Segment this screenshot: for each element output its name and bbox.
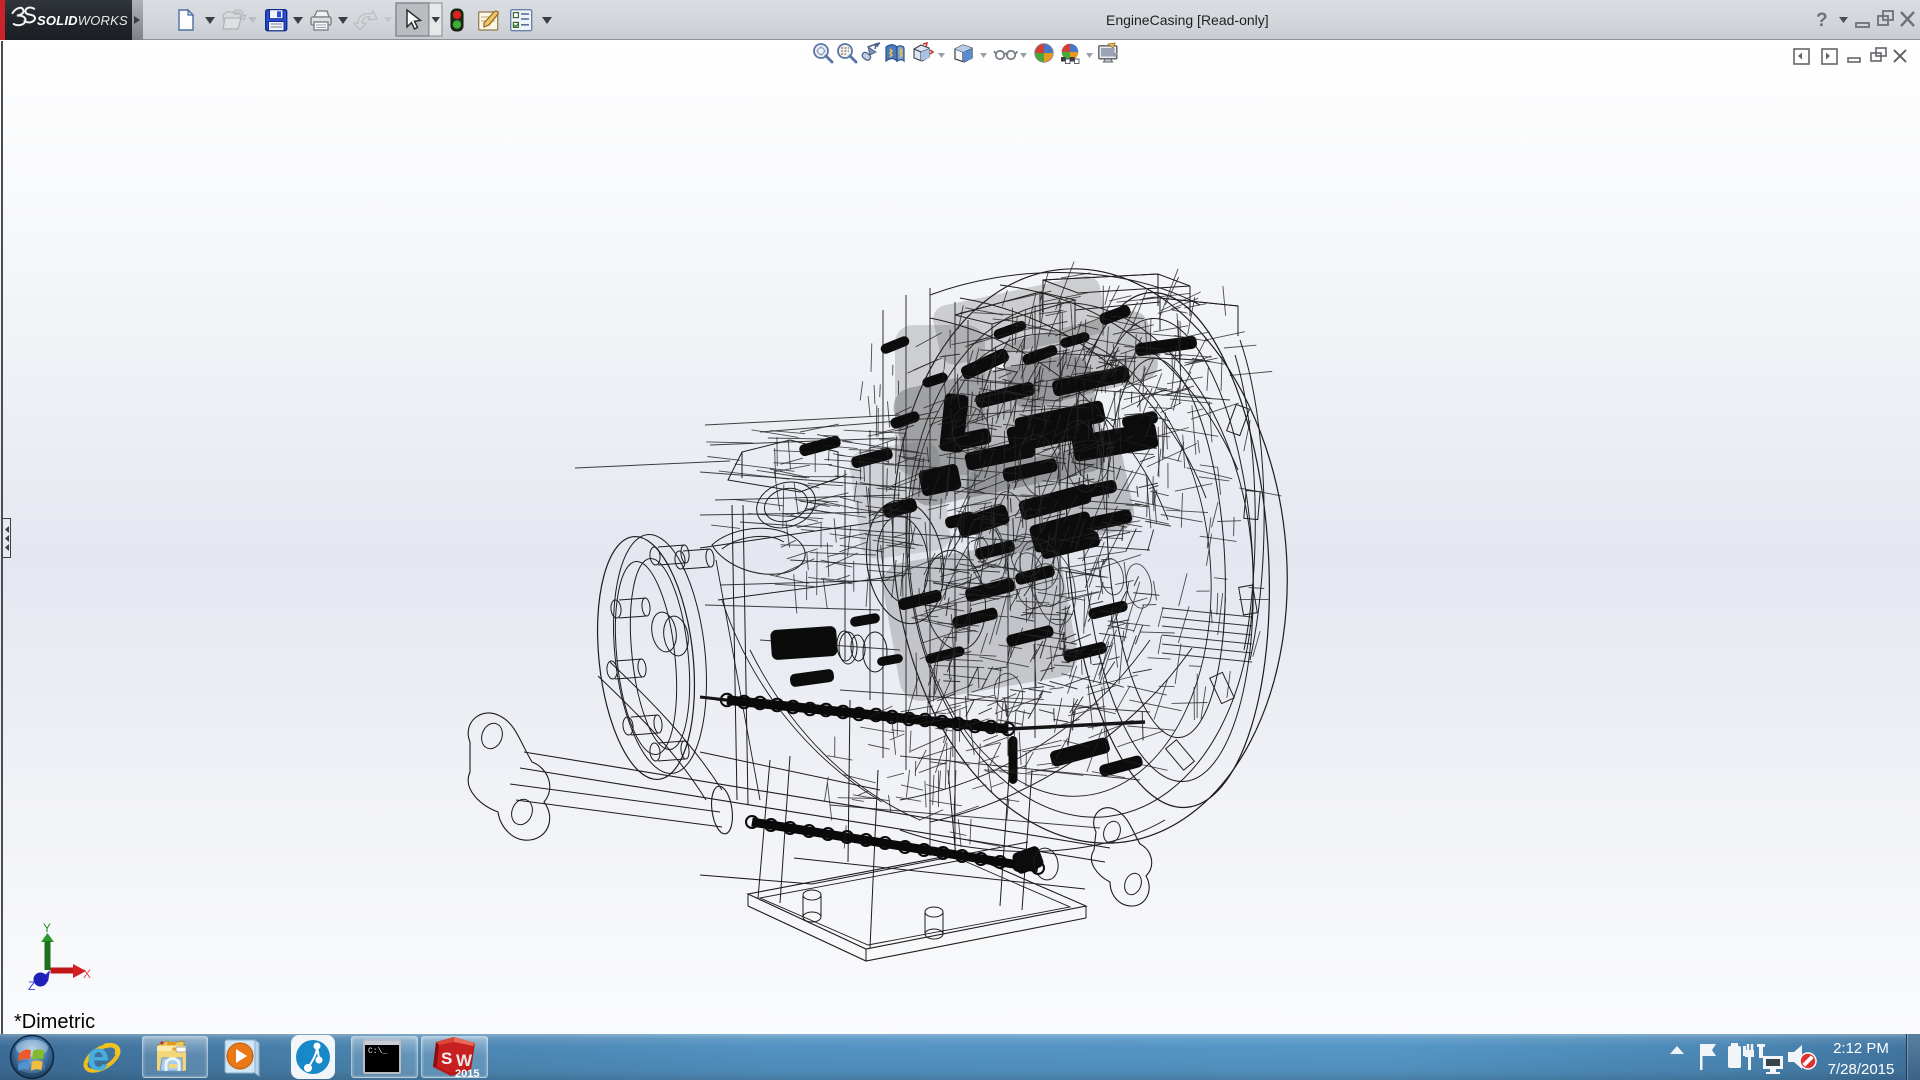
svg-text:X: X [83,967,91,981]
svg-text:e: e [87,1035,109,1079]
svg-text:2015: 2015 [455,1068,479,1080]
svg-text:SOLIDWORKS: SOLIDWORKS [37,13,128,28]
svg-text:C:\_: C:\_ [368,1047,387,1056]
svg-text:Y: Y [43,921,51,935]
svg-text:Z: Z [28,979,35,993]
svg-text:7/28/2015: 7/28/2015 [1828,1061,1895,1078]
svg-text:?: ? [1816,10,1828,31]
svg-text:S: S [441,1049,452,1068]
svg-text:2:12 PM: 2:12 PM [1833,1040,1889,1057]
